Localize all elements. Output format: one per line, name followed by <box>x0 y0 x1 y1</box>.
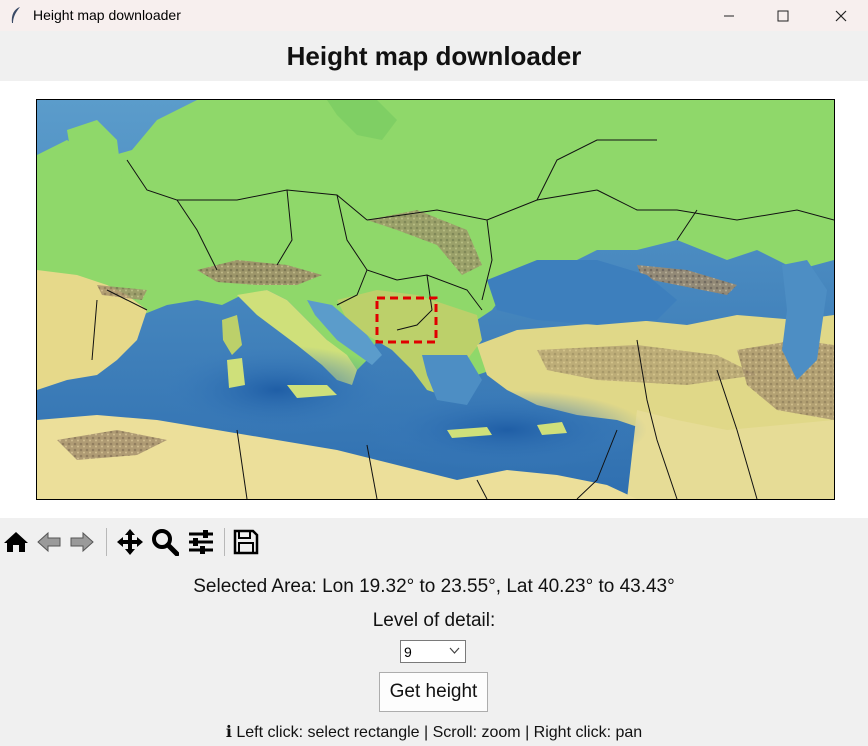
save-icon <box>233 529 259 555</box>
feather-icon <box>11 7 20 23</box>
minimize-button[interactable] <box>706 0 752 31</box>
home-icon <box>4 532 28 552</box>
level-of-detail-label: Level of detail: <box>372 610 496 631</box>
configure-subplots-icon <box>189 530 213 554</box>
pan-button[interactable] <box>115 527 145 557</box>
get-height-button[interactable]: Get height <box>379 672 488 712</box>
minimize-icon <box>724 15 734 16</box>
toolbar-separator <box>224 528 225 556</box>
forward-button[interactable] <box>67 527 97 557</box>
back-arrow-icon <box>37 531 61 553</box>
maximize-button[interactable] <box>760 0 806 31</box>
close-icon <box>835 10 847 21</box>
window-titlebar: Height map downloader <box>0 0 868 31</box>
save-button[interactable] <box>231 527 261 557</box>
pan-icon <box>117 529 143 555</box>
level-of-detail-value: 9 <box>404 644 412 660</box>
map-figure <box>0 81 868 518</box>
close-button[interactable] <box>818 0 864 31</box>
forward-arrow-icon <box>70 531 94 553</box>
map-canvas[interactable] <box>36 99 835 500</box>
toolbar-separator <box>106 528 107 556</box>
configure-subplots-button[interactable] <box>186 527 216 557</box>
home-button[interactable] <box>1 527 31 557</box>
chevron-down-icon <box>449 647 460 654</box>
zoom-button[interactable] <box>150 527 180 557</box>
header: Height map downloader <box>0 31 868 81</box>
usage-hint: ℹ Left click: select rectangle | Scroll:… <box>0 722 868 742</box>
usage-hint-text: Left click: select rectangle | Scroll: z… <box>231 724 643 741</box>
zoom-icon <box>152 529 179 556</box>
window-title: Height map downloader <box>33 7 181 23</box>
back-button[interactable] <box>34 527 64 557</box>
terrain-map[interactable] <box>37 100 834 499</box>
page-title: Height map downloader <box>286 41 582 71</box>
maximize-icon <box>777 10 789 21</box>
navigation-toolbar <box>0 525 868 561</box>
selected-area-label: Selected Area: Lon 19.32° to 23.55°, Lat… <box>193 576 675 597</box>
level-of-detail-combobox[interactable]: 9 <box>400 640 466 663</box>
